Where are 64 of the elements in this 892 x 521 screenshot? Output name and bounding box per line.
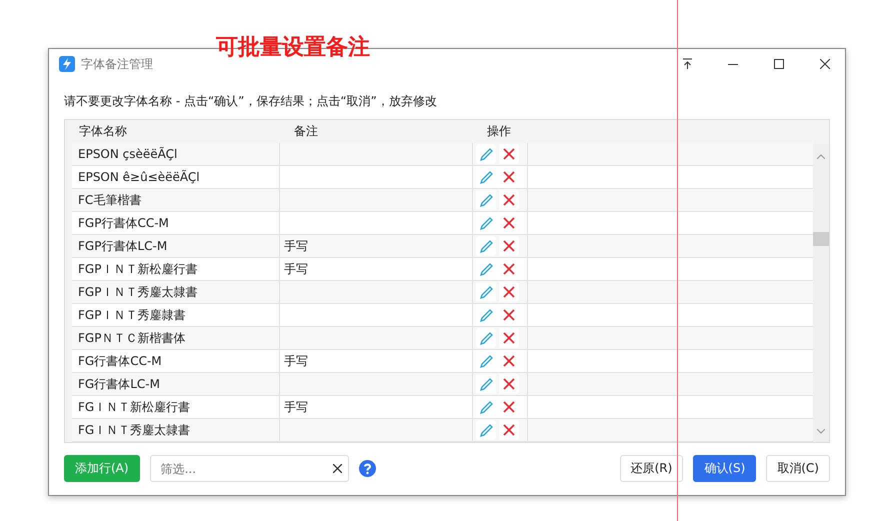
delete-button[interactable] xyxy=(499,144,519,164)
delete-button[interactable] xyxy=(499,236,519,256)
restore-button[interactable]: 还原(R) xyxy=(620,455,684,482)
confirm-button[interactable]: 确认(S) xyxy=(693,455,756,482)
edit-button[interactable] xyxy=(476,282,496,302)
font-name-cell: FG行書体CC-M xyxy=(78,352,162,370)
table-row[interactable]: FGP行書体LC-M 手写 xyxy=(72,235,813,258)
remark-cell: 手写 xyxy=(284,260,308,278)
table-row[interactable]: FGＩＮＴ新松鏖行書 手写 xyxy=(72,396,813,419)
filter-field[interactable]: 筛选... xyxy=(150,455,349,482)
scrollbar-thumb[interactable] xyxy=(813,232,829,246)
scrollbar[interactable] xyxy=(813,144,829,442)
edit-button[interactable] xyxy=(476,374,496,394)
font-name-cell: FGPＩＮＴ秀鏖太隷書 xyxy=(78,284,198,300)
table-row[interactable]: FG行書体LC-M xyxy=(72,373,813,396)
font-name-cell: FGPＩＮＴ新松鏖行書 xyxy=(78,260,198,278)
edit-button[interactable] xyxy=(476,190,496,210)
edit-button[interactable] xyxy=(476,328,496,348)
table-row[interactable]: EPSON çsèëëÃÇl xyxy=(72,143,813,166)
delete-button[interactable] xyxy=(499,190,519,210)
table-row[interactable]: FGPＮＴＣ新楷書体 xyxy=(72,327,813,350)
edit-button[interactable] xyxy=(476,420,496,440)
table-row[interactable]: FC毛筆楷書 xyxy=(72,189,813,212)
help-icon[interactable] xyxy=(358,460,376,477)
edit-button[interactable] xyxy=(476,144,496,164)
font-name-cell: FGPＮＴＣ新楷書体 xyxy=(78,330,186,346)
pin-icon[interactable] xyxy=(682,58,692,70)
close-icon[interactable] xyxy=(820,59,830,69)
table-row[interactable]: EPSON ê≥û≤èëëÃÇl xyxy=(72,166,813,189)
delete-button[interactable] xyxy=(499,420,519,440)
font-name-cell: FGＩＮＴ秀鏖太隷書 xyxy=(78,422,190,438)
cancel-button[interactable]: 取消(C) xyxy=(766,455,830,482)
font-name-cell: FGPＩＮＴ秀鏖隷書 xyxy=(78,306,186,324)
table-row[interactable]: FGＩＮＴ秀鏖太隷書 xyxy=(72,419,813,442)
remark-cell: 手写 xyxy=(284,352,308,370)
clear-icon[interactable] xyxy=(332,464,342,473)
scroll-down-icon[interactable] xyxy=(817,429,825,434)
app-logo-icon xyxy=(59,56,75,72)
delete-button[interactable] xyxy=(499,282,519,302)
annotation-text: 可批量设置备注 xyxy=(216,34,370,62)
font-name-cell: FGP行書体LC-M xyxy=(78,238,168,254)
font-name-cell: EPSON ê≥û≤èëëÃÇl xyxy=(78,170,200,184)
table-row[interactable]: FGPＩＮＴ秀鏖隷書 xyxy=(72,304,813,327)
column-header: 字体名称 xyxy=(78,123,128,140)
scroll-up-icon[interactable] xyxy=(817,154,825,159)
table-row[interactable]: FGPＩＮＴ新松鏖行書 手写 xyxy=(72,258,813,281)
table-row[interactable]: FG行書体CC-M 手写 xyxy=(72,350,813,373)
table-row[interactable]: FGP行書体CC-M xyxy=(72,212,813,235)
maximize-icon[interactable] xyxy=(774,59,784,69)
font-name-cell: EPSON çsèëëÃÇl xyxy=(78,147,178,161)
window-title: 字体备注管理 xyxy=(81,56,154,72)
table-row[interactable]: FGPＩＮＴ秀鏖太隷書 xyxy=(72,281,813,304)
font-name-cell: FG行書体LC-M xyxy=(78,376,160,392)
delete-button[interactable] xyxy=(499,374,519,394)
edit-button[interactable] xyxy=(476,236,496,256)
font-name-cell: FGＩＮＴ新松鏖行書 xyxy=(78,398,190,416)
instruction-text: 请不要更改字体名称 - 点击“确认”，保存结果；点击“取消”，放弃修改 xyxy=(64,93,438,110)
font-name-cell: FGP行書体CC-M xyxy=(78,214,169,232)
delete-button[interactable] xyxy=(499,328,519,348)
remark-cell: 手写 xyxy=(284,398,308,416)
column-header: 备注 xyxy=(293,123,319,140)
column-header: 操作 xyxy=(486,123,512,140)
font-name-cell: FC毛筆楷書 xyxy=(78,192,142,208)
remark-cell: 手写 xyxy=(284,238,308,254)
